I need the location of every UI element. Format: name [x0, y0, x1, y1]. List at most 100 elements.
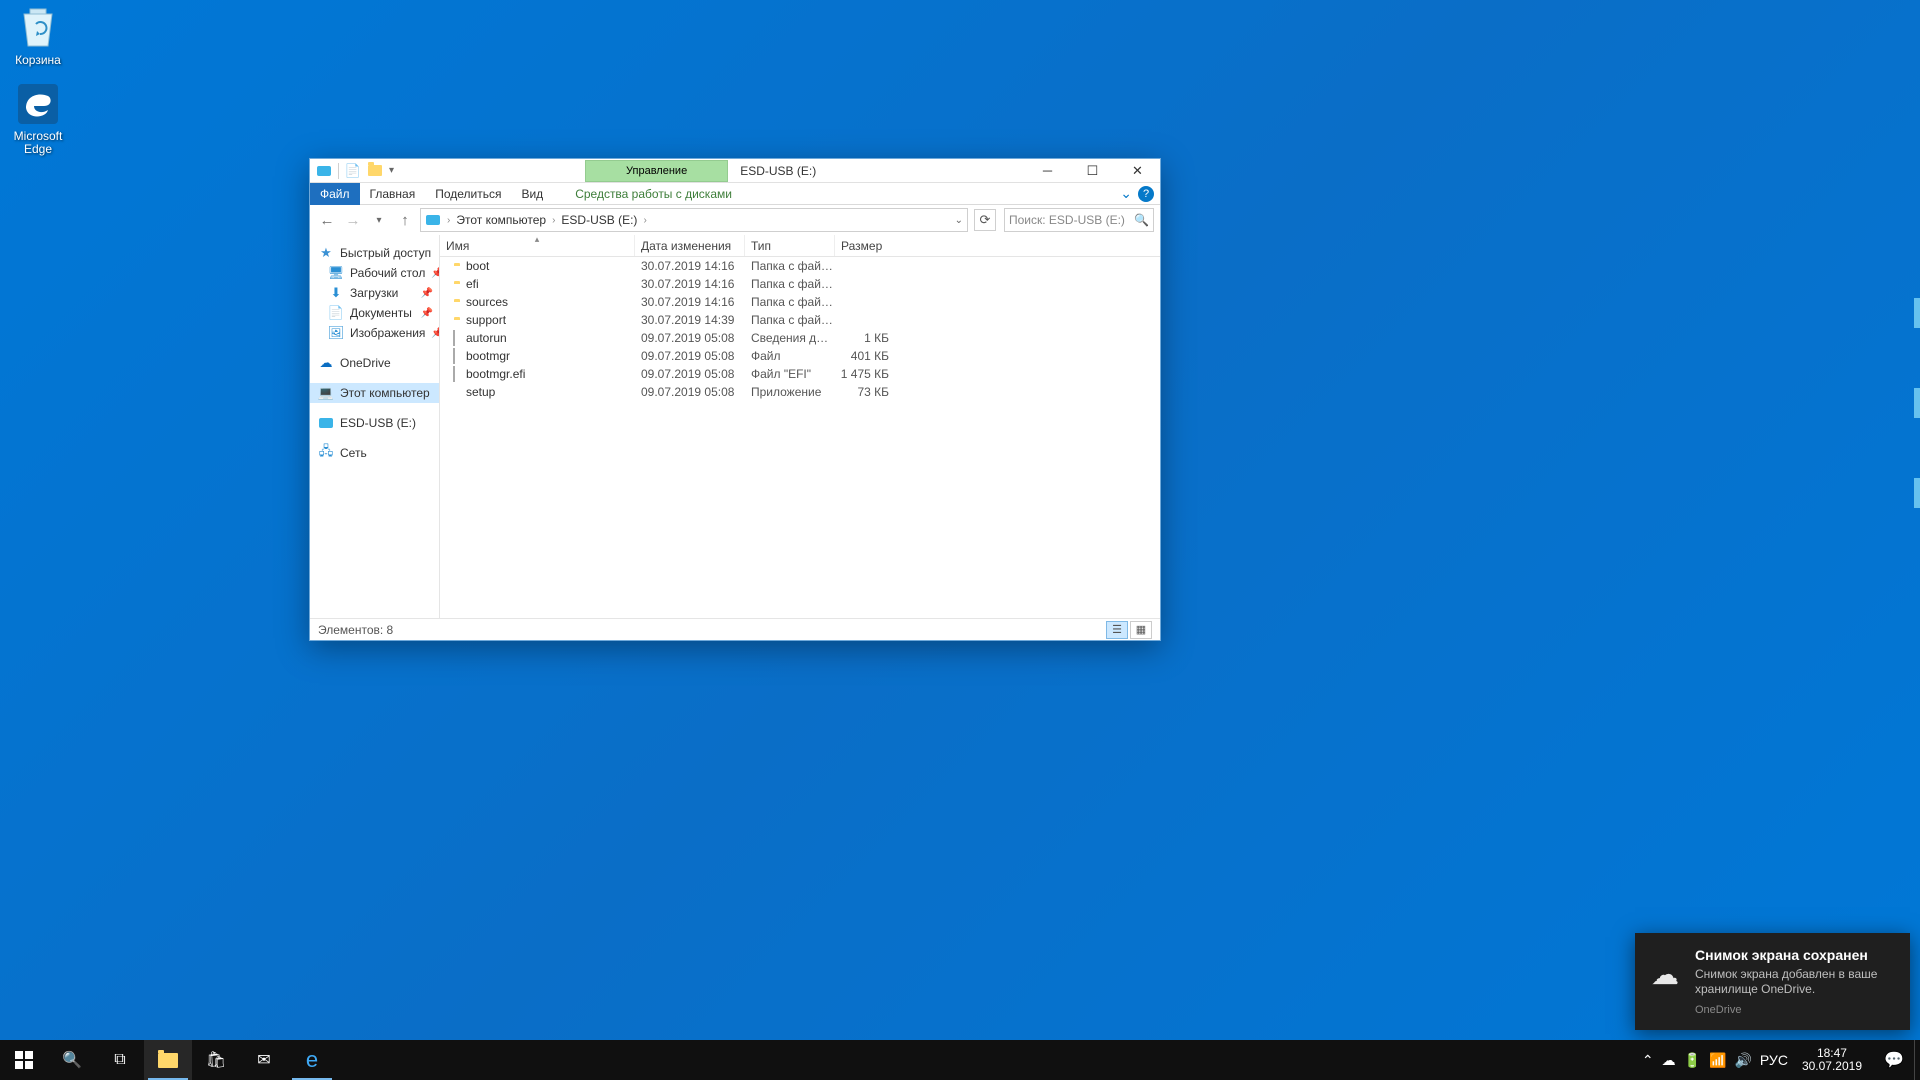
action-center-button[interactable]: 💬	[1874, 1040, 1914, 1080]
status-text: Элементов: 8	[318, 623, 393, 637]
file-row[interactable]: support30.07.2019 14:39Папка с файлами	[440, 311, 1160, 329]
show-desktop-button[interactable]	[1914, 1040, 1920, 1080]
tab-drive-tools[interactable]: Средства работы с дисками	[565, 183, 742, 205]
navigation-pane: ★Быстрый доступ 🖥Рабочий стол📌 ⬇Загрузки…	[310, 235, 440, 618]
chevron-right-icon[interactable]: ›	[641, 215, 648, 226]
tray-volume-icon[interactable]: 🔊	[1734, 1052, 1751, 1069]
file-date: 09.07.2019 05:08	[635, 367, 745, 381]
search-icon: 🔍	[1134, 213, 1149, 227]
task-view-button[interactable]: ⧉	[96, 1040, 144, 1080]
edge-desktop-icon[interactable]: Microsoft Edge	[0, 80, 76, 156]
help-icon[interactable]: ?	[1138, 186, 1154, 202]
qat-props-icon[interactable]: 📄	[345, 163, 361, 179]
file-row[interactable]: bootmgr09.07.2019 05:08Файл401 КБ	[440, 347, 1160, 365]
nav-desktop[interactable]: 🖥Рабочий стол📌	[310, 263, 439, 283]
chevron-right-icon[interactable]: ›	[550, 215, 557, 226]
view-icons-button[interactable]: ▦	[1130, 621, 1152, 639]
nav-pictures[interactable]: 🖼Изображения📌	[310, 323, 439, 343]
title-bar[interactable]: 📄 ▾ Управление ESD-USB (E:) ─ ☐ ✕	[310, 159, 1160, 183]
notification-body: Снимок экрана добавлен в ваше хранилище …	[1695, 967, 1896, 998]
recent-dropdown[interactable]: ▾	[368, 209, 390, 231]
file-row[interactable]: autorun09.07.2019 05:08Сведения для уст.…	[440, 329, 1160, 347]
address-bar[interactable]: › Этот компьютер › ESD-USB (E:) › ⌄	[420, 208, 968, 232]
tray-onedrive-icon[interactable]: ☁	[1662, 1052, 1676, 1069]
col-name[interactable]: Имя▴	[440, 235, 635, 256]
tab-view[interactable]: Вид	[511, 183, 553, 205]
col-date[interactable]: Дата изменения	[635, 235, 745, 256]
search-button[interactable]: 🔍	[48, 1040, 96, 1080]
forward-button[interactable]: →	[342, 209, 364, 231]
tab-home[interactable]: Главная	[360, 183, 426, 205]
file-name: efi	[466, 277, 479, 291]
chevron-right-icon[interactable]: ›	[445, 215, 452, 226]
notification-toast[interactable]: ☁ Снимок экрана сохранен Снимок экрана д…	[1635, 933, 1910, 1030]
taskbar-edge[interactable]: e	[288, 1040, 336, 1080]
nav-drive[interactable]: ESD-USB (E:)	[310, 413, 439, 433]
address-dropdown-icon[interactable]: ⌄	[955, 215, 963, 226]
file-row[interactable]: bootmgr.efi09.07.2019 05:08Файл "EFI"1 4…	[440, 365, 1160, 383]
manage-context-tab[interactable]: Управление	[585, 160, 728, 182]
file-name: boot	[466, 259, 489, 273]
tab-share[interactable]: Поделиться	[425, 183, 511, 205]
file-row[interactable]: setup09.07.2019 05:08Приложение73 КБ	[440, 383, 1160, 401]
nav-downloads[interactable]: ⬇Загрузки📌	[310, 283, 439, 303]
tray-overflow-icon[interactable]: ⌃	[1642, 1052, 1654, 1069]
desktop-icon: 🖥	[328, 265, 344, 281]
nav-this-pc[interactable]: 💻Этот компьютер	[310, 383, 439, 403]
file-type: Файл	[745, 349, 835, 363]
clock-date: 30.07.2019	[1802, 1060, 1862, 1073]
file-list-pane: Имя▴ Дата изменения Тип Размер boot30.07…	[440, 235, 1160, 618]
back-button[interactable]: ←	[316, 209, 338, 231]
nav-onedrive[interactable]: ☁OneDrive	[310, 353, 439, 373]
file-name: bootmgr.efi	[466, 367, 525, 381]
notification-app: OneDrive	[1695, 1004, 1896, 1016]
edge-label: Microsoft Edge	[0, 130, 76, 156]
col-type[interactable]: Тип	[745, 235, 835, 256]
ribbon-expand-icon[interactable]: ⌄	[1120, 185, 1132, 202]
start-button[interactable]	[0, 1040, 48, 1080]
pin-icon: 📌	[431, 268, 440, 279]
tray-network-icon[interactable]: 📶	[1709, 1052, 1726, 1069]
tray-clock[interactable]: 18:47 30.07.2019	[1796, 1047, 1868, 1073]
maximize-button[interactable]: ☐	[1070, 159, 1115, 183]
taskbar-store[interactable]: 🛍	[192, 1040, 240, 1080]
file-type: Папка с файлами	[745, 259, 835, 273]
nav-documents[interactable]: 📄Документы📌	[310, 303, 439, 323]
col-size[interactable]: Размер	[835, 235, 895, 256]
snap-hint	[1914, 298, 1920, 328]
downloads-icon: ⬇	[328, 285, 344, 301]
file-date: 30.07.2019 14:16	[635, 295, 745, 309]
nav-quick-access[interactable]: ★Быстрый доступ	[310, 243, 439, 263]
recycle-bin-desktop-icon[interactable]: Корзина	[0, 4, 76, 67]
snap-hint	[1914, 388, 1920, 418]
taskbar-mail[interactable]: ✉	[240, 1040, 288, 1080]
taskbar-explorer[interactable]	[144, 1040, 192, 1080]
search-input[interactable]: Поиск: ESD-USB (E:) 🔍	[1004, 208, 1154, 232]
file-size: 1 КБ	[835, 331, 895, 345]
file-row[interactable]: sources30.07.2019 14:16Папка с файлами	[440, 293, 1160, 311]
tab-file[interactable]: Файл	[310, 183, 360, 205]
file-date: 30.07.2019 14:16	[635, 277, 745, 291]
file-size: 401 КБ	[835, 349, 895, 363]
crumb-this-pc[interactable]: Этот компьютер	[456, 213, 546, 227]
usb-icon	[318, 415, 334, 431]
column-headers: Имя▴ Дата изменения Тип Размер	[440, 235, 1160, 257]
sort-asc-icon: ▴	[535, 235, 540, 245]
tray-battery-icon[interactable]: 🔋	[1684, 1052, 1701, 1069]
up-button[interactable]: ↑	[394, 209, 416, 231]
close-button[interactable]: ✕	[1115, 159, 1160, 183]
nav-network[interactable]: 🖧Сеть	[310, 443, 439, 463]
qat-folder-icon[interactable]	[367, 163, 383, 179]
file-name: bootmgr	[466, 349, 510, 363]
refresh-button[interactable]: ⟳	[974, 209, 996, 231]
network-icon: 🖧	[318, 445, 334, 461]
file-row[interactable]: boot30.07.2019 14:16Папка с файлами	[440, 257, 1160, 275]
view-details-button[interactable]: ☰	[1106, 621, 1128, 639]
file-row[interactable]: efi30.07.2019 14:16Папка с файлами	[440, 275, 1160, 293]
file-icon	[446, 367, 462, 381]
qat-customize-icon[interactable]: ▾	[389, 165, 394, 176]
tray-language[interactable]: РУС	[1760, 1052, 1788, 1068]
file-size: 73 КБ	[835, 385, 895, 399]
crumb-drive[interactable]: ESD-USB (E:)	[561, 213, 637, 227]
minimize-button[interactable]: ─	[1025, 159, 1070, 183]
